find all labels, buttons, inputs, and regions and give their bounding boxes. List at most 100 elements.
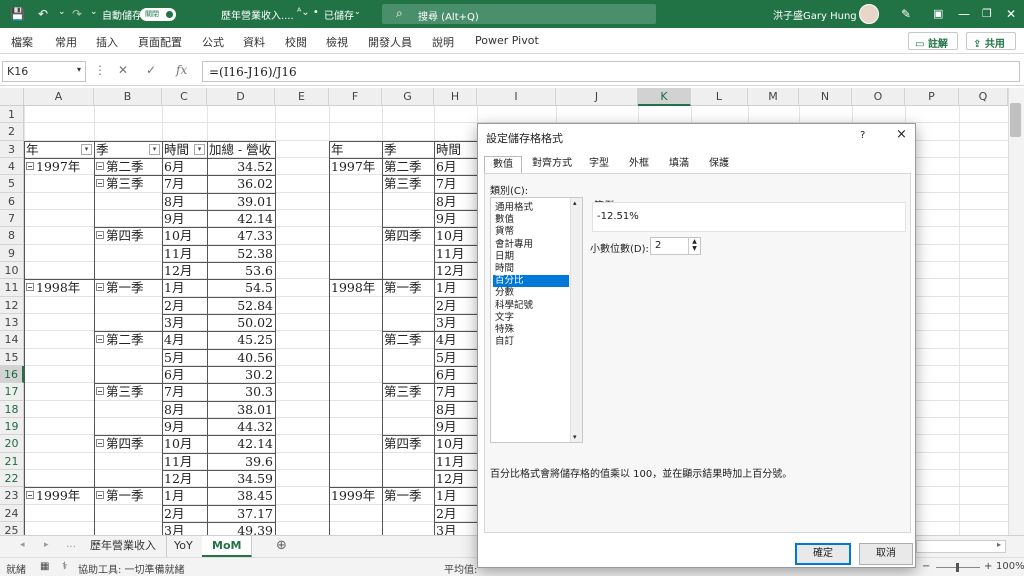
- sheet-tab-yoy[interactable]: YoY: [164, 536, 204, 557]
- collapse-icon[interactable]: [96, 387, 104, 396]
- pivot-month[interactable]: 7月: [434, 383, 477, 400]
- pivot-value[interactable]: 40.56: [207, 349, 275, 366]
- pivot-header-time[interactable]: 時間 ▾: [162, 141, 207, 158]
- pivot-month[interactable]: 10月: [162, 227, 207, 244]
- pivot-month[interactable]: 9月: [162, 418, 207, 435]
- name-box[interactable]: K16 ▾: [2, 61, 86, 82]
- row-header[interactable]: 21: [0, 452, 24, 470]
- collapse-icon[interactable]: [96, 491, 104, 500]
- comments-button[interactable]: ▭ 註解: [908, 32, 958, 50]
- cancel-entry-icon[interactable]: ✕: [118, 63, 128, 77]
- tab-help[interactable]: 說明: [432, 34, 454, 50]
- pivot-value[interactable]: 30.3: [207, 383, 275, 400]
- pivot-month[interactable]: 7月: [162, 383, 207, 400]
- sheet-tab-mom[interactable]: MoM: [202, 536, 253, 557]
- column-header[interactable]: I: [477, 88, 556, 106]
- tab-border[interactable]: 外框: [621, 156, 657, 174]
- pivot-month[interactable]: 9月: [434, 210, 477, 227]
- pivot-quarter[interactable]: 第三季: [94, 383, 162, 400]
- zoom-minus-icon[interactable]: −: [922, 561, 930, 572]
- column-header[interactable]: P: [905, 88, 959, 106]
- row-header[interactable]: 16: [0, 365, 24, 384]
- add-sheet-icon[interactable]: ⊕: [276, 538, 287, 553]
- pivot-value[interactable]: 47.33: [207, 227, 275, 244]
- category-item[interactable]: 日期: [493, 251, 569, 263]
- pivot-quarter[interactable]: 第二季: [382, 331, 434, 348]
- pivot-month[interactable]: 9月: [162, 210, 207, 227]
- accessibility-status[interactable]: 協助工具: 一切準備就緒: [78, 561, 185, 576]
- pivot-quarter[interactable]: 第一季: [94, 279, 162, 296]
- pivot-month[interactable]: 9月: [434, 418, 477, 435]
- tab-file[interactable]: 檔案: [11, 34, 33, 50]
- redo-icon[interactable]: ↷: [72, 7, 82, 21]
- insert-function-icon[interactable]: fx: [176, 63, 187, 77]
- pivot-year[interactable]: 1998年: [329, 279, 382, 296]
- row-header[interactable]: 14: [0, 331, 24, 349]
- pivot-month[interactable]: 3月: [434, 314, 477, 331]
- pivot-value[interactable]: 34.52: [207, 158, 275, 175]
- pivot-year[interactable]: 1999年: [329, 487, 382, 504]
- row-header[interactable]: 1: [0, 106, 24, 124]
- collapse-icon[interactable]: [26, 161, 34, 170]
- row-header[interactable]: 23: [0, 487, 24, 505]
- undo-icon[interactable]: ↶: [38, 7, 48, 21]
- collapse-icon[interactable]: [26, 491, 34, 500]
- collapse-icon[interactable]: [96, 231, 104, 240]
- column-header[interactable]: G: [382, 88, 434, 106]
- pivot-month[interactable]: 2月: [434, 505, 477, 522]
- pivot-quarter[interactable]: 第三季: [382, 175, 434, 192]
- column-header[interactable]: C: [162, 88, 207, 106]
- zoom-level[interactable]: 100%: [996, 561, 1024, 572]
- pivot-month[interactable]: 6月: [434, 158, 477, 175]
- column-header[interactable]: M: [748, 88, 799, 106]
- pivot-value[interactable]: 38.45: [207, 487, 275, 504]
- tab-power-pivot[interactable]: Power Pivot: [475, 34, 539, 47]
- pivot-quarter[interactable]: 第四季: [94, 227, 162, 244]
- ribbon-display-icon[interactable]: ▣: [933, 7, 943, 20]
- pivot-value[interactable]: 52.84: [207, 297, 275, 314]
- scroll-up-icon[interactable]: ▴: [573, 199, 577, 207]
- pivot-value[interactable]: 52.38: [207, 245, 275, 262]
- dialog-close-button[interactable]: ×: [896, 127, 907, 142]
- user-name[interactable]: 洪子盛Gary Hung: [773, 7, 857, 22]
- pivot-value[interactable]: 50.02: [207, 314, 275, 331]
- collapse-icon[interactable]: [26, 283, 34, 292]
- column-header[interactable]: Q: [959, 88, 1008, 106]
- row-header[interactable]: 8: [0, 227, 24, 245]
- tab-alignment[interactable]: 對齊方式: [524, 156, 580, 174]
- pivot-month[interactable]: 12月: [162, 470, 207, 487]
- row-header[interactable]: 10: [0, 261, 24, 280]
- pivot-month[interactable]: 1月: [434, 487, 477, 504]
- save-icon[interactable]: 💾: [10, 7, 25, 21]
- spin-down-icon[interactable]: ▼: [692, 245, 697, 252]
- pivot-month[interactable]: 4月: [162, 331, 207, 348]
- row-header[interactable]: 20: [0, 435, 24, 453]
- category-item[interactable]: 會計專用: [493, 239, 569, 251]
- pivot-month[interactable]: 4月: [434, 331, 477, 348]
- pivot-quarter[interactable]: 第一季: [382, 487, 434, 504]
- pivot-header-time[interactable]: 時間: [434, 141, 477, 158]
- pen-icon[interactable]: ✎: [901, 7, 911, 21]
- column-header[interactable]: J: [556, 88, 638, 106]
- row-header[interactable]: 6: [0, 192, 24, 210]
- pivot-quarter[interactable]: 第一季: [94, 487, 162, 504]
- collapse-icon[interactable]: [96, 283, 104, 292]
- pivot-month[interactable]: 12月: [162, 262, 207, 279]
- status-dropdown-icon[interactable]: ⌄: [354, 7, 361, 16]
- pivot-month[interactable]: 2月: [434, 297, 477, 314]
- collapse-icon[interactable]: [96, 161, 104, 170]
- pivot-month[interactable]: 6月: [434, 366, 477, 383]
- row-header[interactable]: 19: [0, 417, 24, 436]
- pivot-year[interactable]: 1999年: [24, 487, 94, 504]
- pivot-quarter[interactable]: 第四季: [382, 227, 434, 244]
- document-title[interactable]: 歷年營業收入....: [221, 7, 294, 22]
- pivot-year[interactable]: 1997年: [329, 158, 382, 175]
- category-item[interactable]: 自訂: [493, 336, 569, 348]
- collapse-icon[interactable]: [96, 335, 104, 344]
- pivot-header-quarter[interactable]: 季 ▾: [94, 141, 162, 158]
- tab-review[interactable]: 校閱: [285, 34, 307, 50]
- column-header[interactable]: A: [24, 88, 94, 106]
- tab-protection[interactable]: 保護: [701, 156, 737, 174]
- cancel-button[interactable]: 取消: [859, 543, 913, 565]
- confirm-entry-icon[interactable]: ✓: [146, 63, 156, 77]
